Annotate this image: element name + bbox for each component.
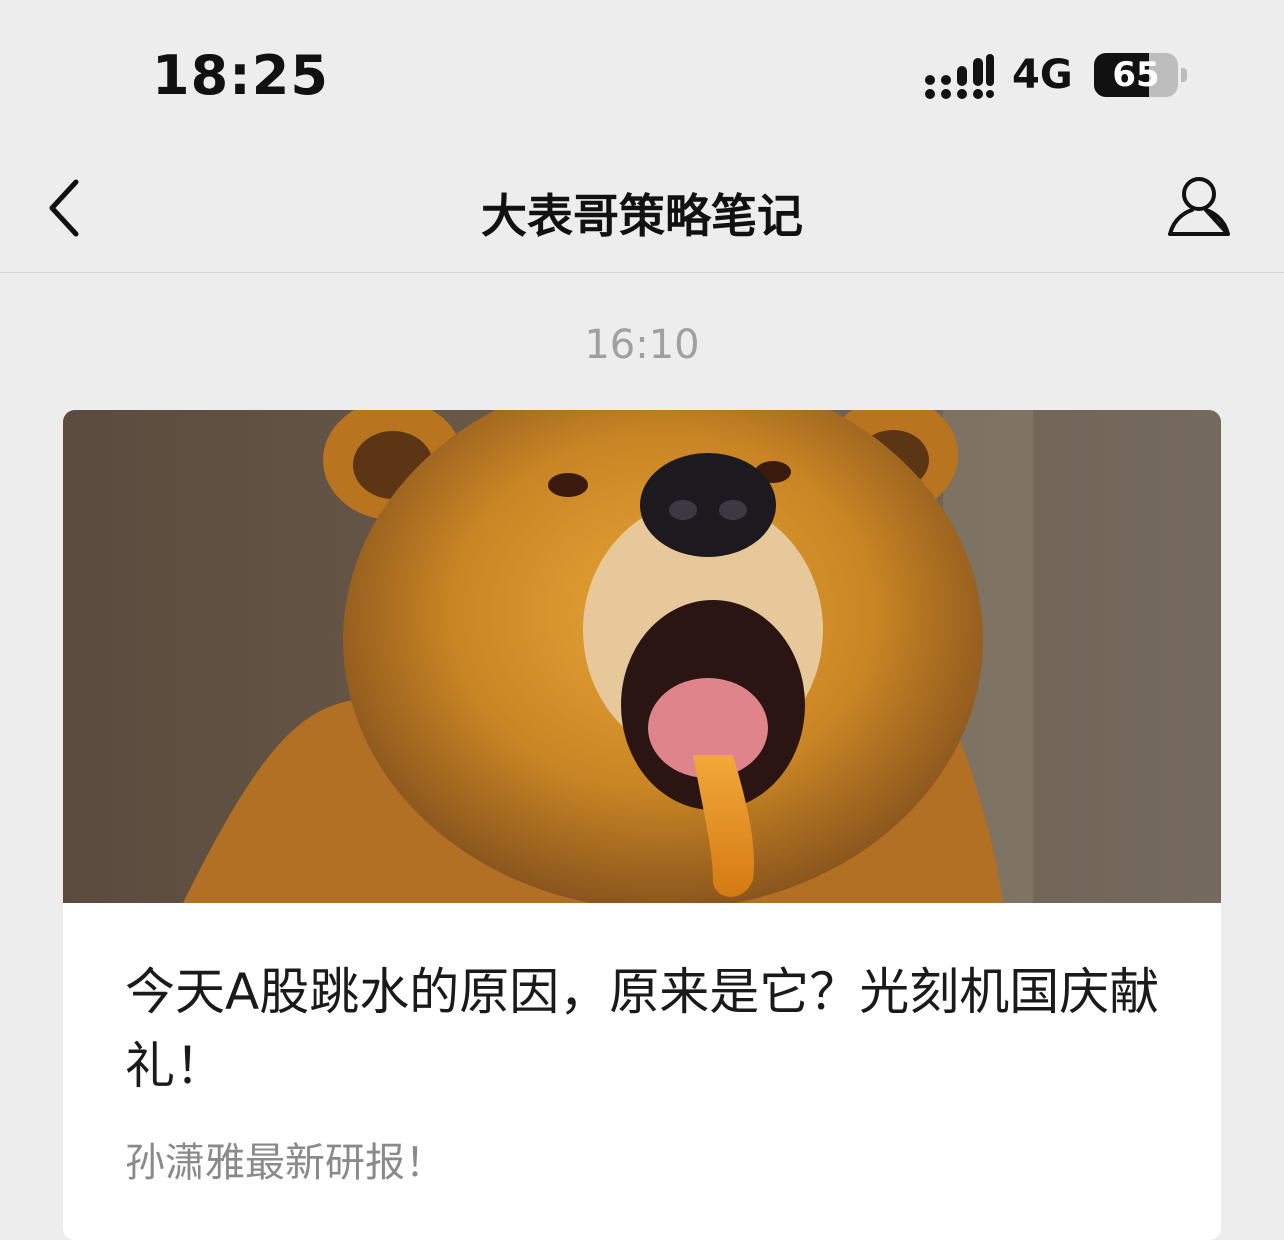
article-card[interactable]: 今天A股跳水的原因，原来是它？光刻机国庆献礼！ 孙潇雅最新研报！: [63, 410, 1221, 1240]
message-timestamp: 16:10: [584, 322, 700, 368]
status-clock: 18:25: [152, 44, 329, 107]
network-type: 4G: [1012, 52, 1073, 98]
person-icon[interactable]: [1166, 174, 1232, 240]
battery-icon: 65: [1094, 53, 1178, 97]
page-title: 大表哥策略笔记: [481, 189, 803, 243]
battery-tip: [1181, 68, 1187, 82]
bear-cover-image[interactable]: [63, 410, 1221, 903]
nav-bar: 大表哥策略笔记: [0, 140, 1284, 273]
status-bar: 18:25 4G 65: [0, 0, 1284, 140]
article-digest: 孙潇雅最新研报！: [125, 1140, 445, 1186]
article-title[interactable]: 今天A股跳水的原因，原来是它？光刻机国庆献礼！: [125, 955, 1165, 1103]
signal-strength-icon: [925, 54, 994, 99]
battery-level: 65: [1112, 55, 1160, 95]
